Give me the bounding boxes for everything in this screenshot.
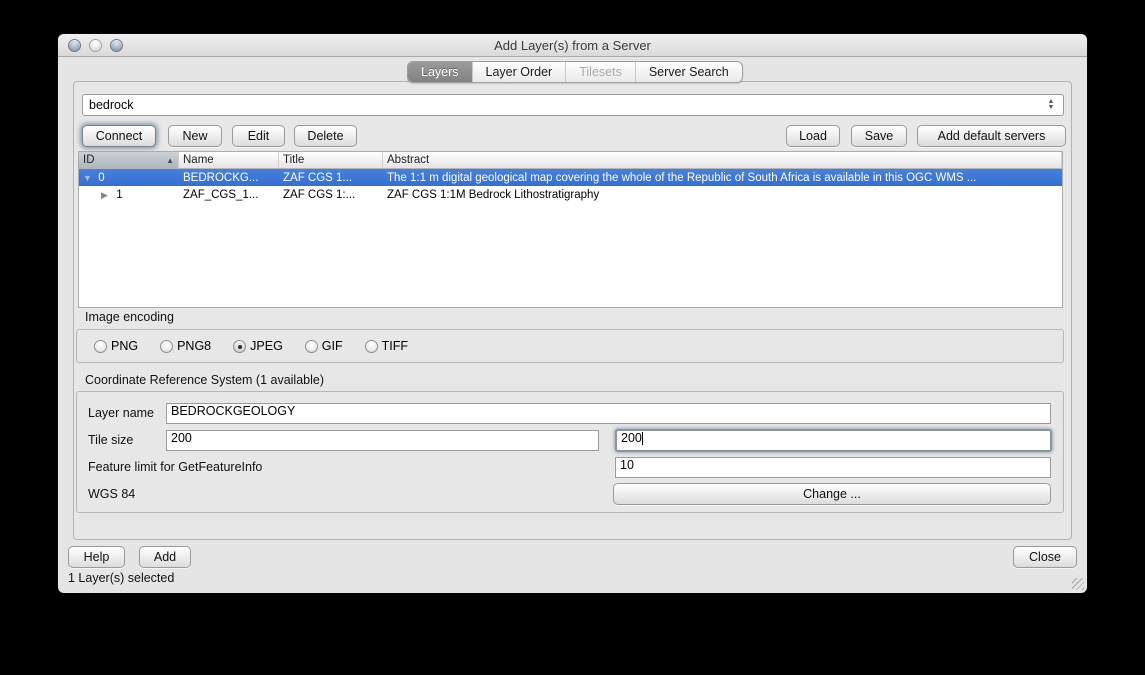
change-crs-button[interactable]: Change ... [613, 483, 1051, 505]
tab-server-search[interactable]: Server Search [636, 62, 742, 82]
server-connection-combobox[interactable]: bedrock ▲ ▼ [82, 94, 1064, 116]
edit-button[interactable]: Edit [232, 125, 285, 147]
add-button[interactable]: Add [139, 546, 191, 568]
column-header-name[interactable]: Name [179, 152, 279, 168]
new-button[interactable]: New [168, 125, 222, 147]
close-button[interactable]: Close [1013, 546, 1077, 568]
radio-png8[interactable]: PNG8 [160, 339, 211, 353]
feature-limit-input[interactable]: 10 [615, 457, 1051, 478]
title-bar[interactable]: Add Layer(s) from a Server [58, 34, 1087, 57]
image-encoding-label: Image encoding [85, 310, 174, 324]
close-window-icon[interactable] [68, 39, 81, 52]
layer-list-table[interactable]: ID ▲ Name Title Abstract ▼ 0 BEDROCKG...… [78, 151, 1063, 308]
radio-jpeg-selected-icon[interactable] [233, 339, 247, 353]
row-name: ZAF_CGS_1... [183, 188, 259, 201]
selection-status-text: 1 Layer(s) selected [68, 571, 175, 585]
tile-size-label: Tile size [88, 433, 134, 447]
crs-section-label: Coordinate Reference System (1 available… [85, 373, 325, 387]
tile-width-input[interactable]: 200 [166, 430, 599, 451]
sort-ascending-icon: ▲ [166, 155, 174, 165]
tab-layers[interactable]: Layers [408, 62, 473, 82]
add-layers-dialog: Add Layer(s) from a Server Layers Layer … [58, 34, 1087, 593]
radio-jpeg[interactable]: JPEG [233, 339, 283, 353]
radio-gif[interactable]: GIF [304, 339, 343, 353]
row-abstract: ZAF CGS 1:1M Bedrock Lithostratigraphy [387, 188, 600, 201]
help-button[interactable]: Help [68, 546, 125, 568]
tab-bar: Layers Layer Order Tilesets Server Searc… [407, 61, 743, 83]
column-header-title[interactable]: Title [279, 152, 383, 168]
tile-height-input[interactable]: 200 [615, 429, 1052, 452]
radio-png8-icon[interactable] [160, 339, 174, 353]
selected-crs-value: WGS 84 [88, 487, 136, 501]
window-controls [68, 39, 123, 52]
row-abstract: The 1:1 m digital geological map coverin… [387, 171, 977, 184]
radio-tiff-icon[interactable] [364, 339, 378, 353]
zoom-window-icon[interactable] [110, 39, 123, 52]
radio-png-icon[interactable] [94, 339, 107, 353]
table-header-row: ID ▲ Name Title Abstract [79, 152, 1062, 169]
load-button[interactable]: Load [786, 125, 840, 147]
image-encoding-group: PNG PNG8 JPEG GIF TIFF [76, 329, 1064, 363]
tab-layer-order[interactable]: Layer Order [473, 62, 567, 82]
row-title: ZAF CGS 1:... [283, 188, 356, 201]
collapse-row-icon[interactable]: ▼ [83, 173, 95, 183]
save-button[interactable]: Save [851, 125, 907, 147]
text-cursor [641, 432, 643, 446]
column-header-id[interactable]: ID ▲ [79, 152, 179, 168]
row-id: 0 [98, 171, 105, 184]
column-header-abstract[interactable]: Abstract [383, 152, 1062, 168]
expand-row-icon[interactable]: ▶ [101, 190, 113, 201]
row-name: BEDROCKG... [183, 171, 259, 184]
layer-name-input[interactable]: BEDROCKGEOLOGY [166, 403, 1051, 424]
minimize-window-icon[interactable] [89, 39, 102, 52]
connect-button[interactable]: Connect [82, 125, 156, 147]
feature-limit-label: Feature limit for GetFeatureInfo [88, 460, 263, 474]
radio-tiff[interactable]: TIFF [364, 339, 408, 353]
layer-name-label: Layer name [88, 406, 155, 420]
window-title: Add Layer(s) from a Server [494, 37, 651, 53]
resize-grip[interactable] [1072, 578, 1084, 590]
table-row[interactable]: ▼ 0 BEDROCKG... ZAF CGS 1... The 1:1 m d… [79, 169, 1062, 186]
radio-gif-icon[interactable] [304, 339, 318, 353]
row-id: 1 [116, 188, 123, 201]
row-title: ZAF CGS 1... [283, 171, 353, 184]
delete-button[interactable]: Delete [294, 125, 357, 147]
table-row[interactable]: ▶ 1 ZAF_CGS_1... ZAF CGS 1:... ZAF CGS 1… [79, 186, 1062, 203]
radio-png[interactable]: PNG [94, 339, 138, 353]
tab-tilesets: Tilesets [566, 62, 636, 82]
combobox-stepper-icon[interactable]: ▲ ▼ [1043, 96, 1059, 114]
add-default-servers-button[interactable]: Add default servers [917, 125, 1066, 147]
server-connection-value: bedrock [89, 98, 134, 112]
